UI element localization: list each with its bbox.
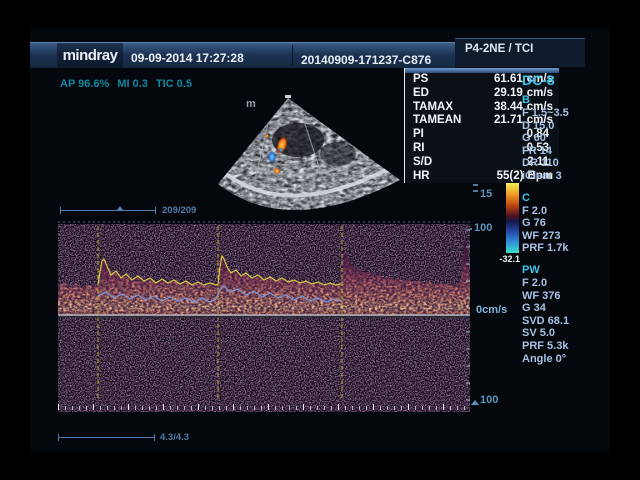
b-mode-header: B bbox=[522, 94, 610, 107]
b-param-iclear[interactable]: iClear 3 bbox=[522, 170, 610, 183]
scale-bottom-marker-icon bbox=[471, 400, 479, 405]
b-param-frequency[interactable]: F 1.5~3.5 bbox=[522, 107, 610, 120]
pw-param-prf[interactable]: PRF 5.3k bbox=[522, 340, 610, 353]
color-mode-params: C F 2.0 G 76 WF 273 PRF 1.7k bbox=[522, 192, 610, 255]
topbar-divider bbox=[292, 45, 293, 66]
pw-param-angle[interactable]: Angle 0° bbox=[522, 353, 610, 366]
pw-param-frequency[interactable]: F 2.0 bbox=[522, 277, 610, 290]
color-scale-value: -32.1 bbox=[492, 254, 520, 264]
pw-mode-header: PW bbox=[522, 264, 610, 277]
apex-marker bbox=[285, 95, 291, 98]
orientation-marker: m bbox=[246, 98, 256, 110]
b-param-dynamicrange[interactable]: DR 110 bbox=[522, 157, 610, 170]
c-param-frequency[interactable]: F 2.0 bbox=[522, 205, 610, 218]
pw-param-svdepth[interactable]: SVD 68.1 bbox=[522, 315, 610, 328]
time-scroll-value: 4.3/4.3 bbox=[160, 432, 189, 443]
acoustic-power-label: AP 96.6% bbox=[60, 78, 109, 90]
pw-param-gain[interactable]: G 34 bbox=[522, 302, 610, 315]
pw-spectral-display bbox=[58, 224, 470, 412]
pw-mode-params: PW F 2.0 WF 376 G 34 SVD 68.1 SV 5.0 PRF… bbox=[522, 264, 610, 365]
velocity-scale-top: 100 bbox=[474, 222, 492, 234]
b-mode-params: B F 1.5~3.5 D 15.0 G 60 FR 14 DR 110 iCl… bbox=[522, 94, 610, 183]
c-param-gain[interactable]: G 76 bbox=[522, 217, 610, 230]
pw-param-sv[interactable]: SV 5.0 bbox=[522, 327, 610, 340]
tic-label: TIC 0.5 bbox=[156, 78, 192, 90]
color-doppler-scale-bar bbox=[506, 183, 519, 253]
color-flow-blue-1 bbox=[268, 151, 276, 163]
baseline-velocity-label: 0cm/s bbox=[476, 304, 507, 316]
time-axis-ticks-major bbox=[58, 404, 470, 410]
probe-exam-indicator[interactable]: P4-2NE / TCI bbox=[455, 38, 585, 67]
vendor-logo-box: mindray bbox=[57, 43, 123, 68]
color-flow-orange-3 bbox=[274, 168, 281, 175]
datetime-label: 09-09-2014 17:27:28 bbox=[131, 51, 244, 65]
pw-param-wallfilter[interactable]: WF 376 bbox=[522, 290, 610, 303]
b-mode-image: m bbox=[210, 88, 410, 228]
cine-scrollbar[interactable] bbox=[60, 210, 156, 211]
time-scrollbar[interactable] bbox=[58, 437, 155, 438]
depth-label: 15 bbox=[480, 188, 492, 200]
b-param-framerate[interactable]: FR 14 bbox=[522, 145, 610, 158]
spectral-top-ruler bbox=[58, 221, 470, 223]
mi-label: MI 0.3 bbox=[117, 78, 148, 90]
c-param-wallfilter[interactable]: WF 273 bbox=[522, 230, 610, 243]
top-bar: mindray 09-09-2014 17:27:28 20140909-171… bbox=[30, 42, 455, 68]
parameter-sidebar: DC-8 B F 1.5~3.5 D 15.0 G 60 FR 14 DR 11… bbox=[522, 72, 610, 374]
cine-position-marker[interactable] bbox=[116, 206, 124, 211]
velocity-scale-bottom: 100 bbox=[480, 394, 498, 406]
c-param-prf[interactable]: PRF 1.7k bbox=[522, 242, 610, 255]
mindray-logo: mindray bbox=[63, 47, 118, 64]
system-model-label: DC-8 bbox=[522, 72, 610, 88]
acoustic-status-line: AP 96.6% MI 0.3 TIC 0.5 bbox=[60, 78, 200, 90]
depth-ruler-tick bbox=[473, 184, 478, 186]
background-noise bbox=[58, 224, 470, 412]
exam-id-label: 20140909-171237-C876 bbox=[301, 53, 431, 67]
main-display-area: mindray 09-09-2014 17:27:28 20140909-171… bbox=[30, 28, 610, 452]
depth-ruler-tick bbox=[473, 190, 478, 192]
color-flow-orange-4 bbox=[265, 134, 269, 138]
color-mode-header: C bbox=[522, 192, 610, 205]
b-param-depth[interactable]: D 15.0 bbox=[522, 120, 610, 133]
cine-frame-count: 209/209 bbox=[162, 205, 196, 216]
b-param-gain[interactable]: G 60 bbox=[522, 132, 610, 145]
ultrasound-screen: mindray 09-09-2014 17:27:28 20140909-171… bbox=[0, 0, 640, 480]
color-flow-blue-2 bbox=[279, 148, 283, 152]
cardiac-chamber-dark2 bbox=[320, 142, 356, 166]
